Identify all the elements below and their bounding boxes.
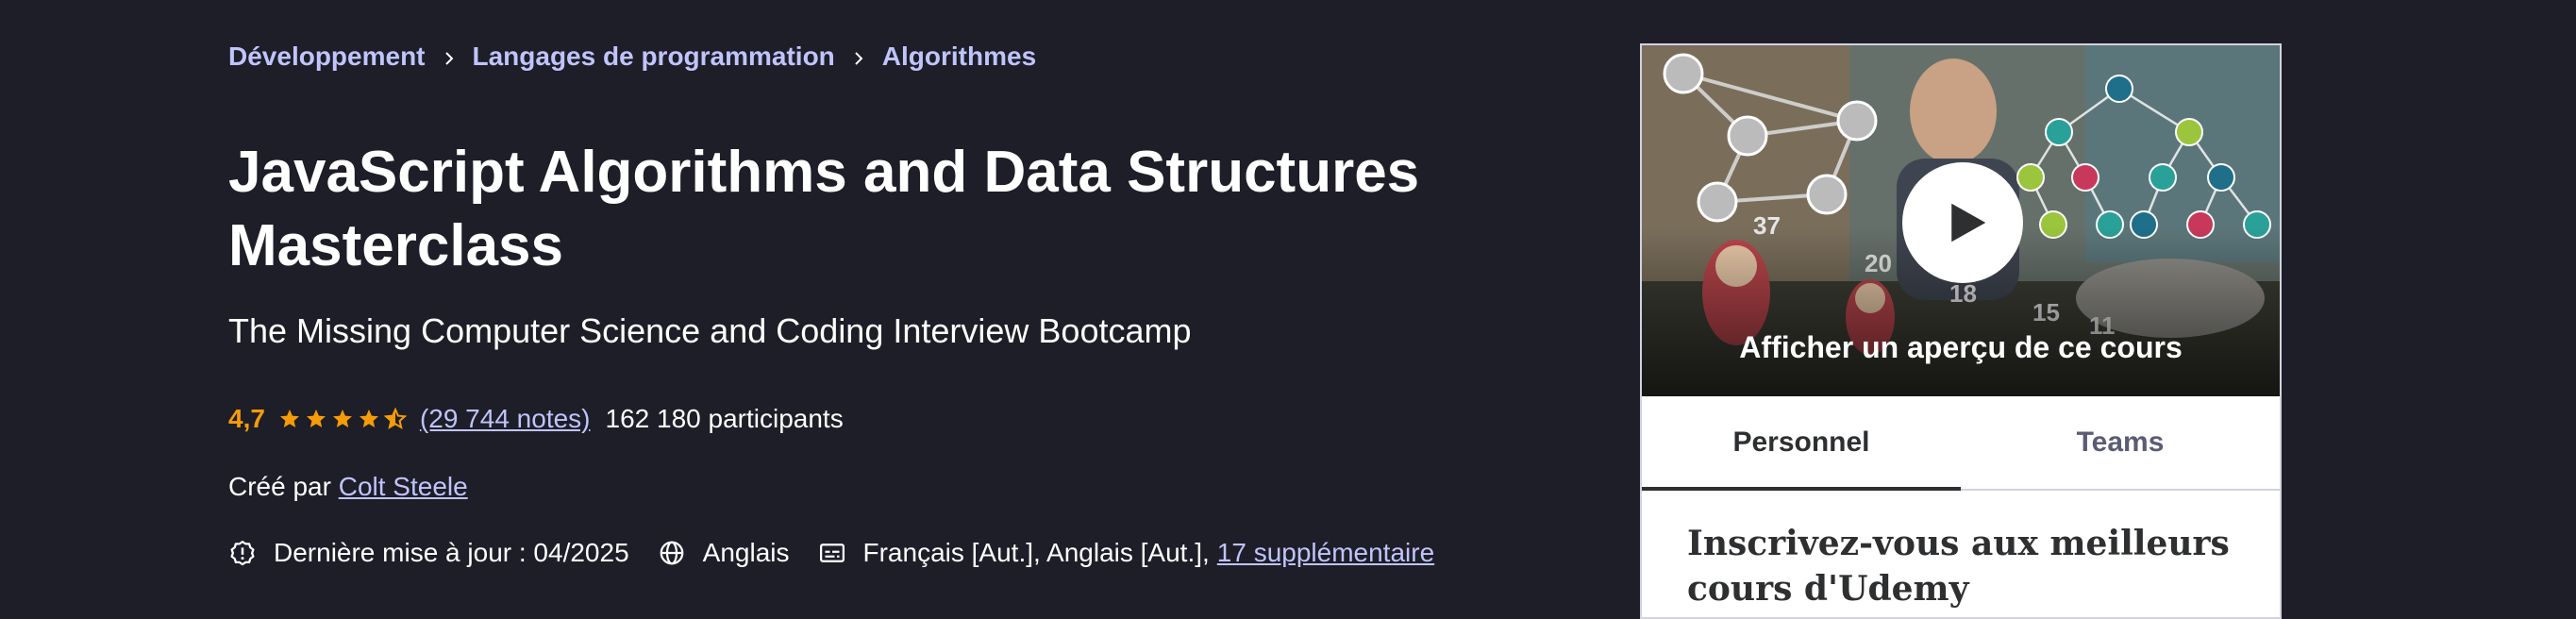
rating-row: 4,7 (29 744 notes) 162 180 participants <box>228 404 844 434</box>
star-icon <box>306 410 326 427</box>
captions-languages: Français [Aut.], Anglais [Aut.], <box>862 538 1210 567</box>
plan-tabs: Personnel Teams <box>1642 396 2280 491</box>
star-icon <box>332 410 352 427</box>
chevron-right-icon <box>835 42 882 72</box>
tab-personal[interactable]: Personnel <box>1642 396 1961 491</box>
rating-value: 4,7 <box>228 404 265 433</box>
alert-badge-icon <box>228 539 257 567</box>
star-half-icon <box>383 408 407 430</box>
globe-icon <box>658 539 686 567</box>
instructor-link[interactable]: Colt Steele <box>339 472 468 501</box>
more-captions-link[interactable]: 17 supplémentaire <box>1217 538 1434 568</box>
star-icon <box>279 410 299 427</box>
preview-label: Afficher un aperçu de ce cours <box>1739 330 2183 364</box>
breadcrumb-item-programming-languages[interactable]: Langages de programmation <box>473 42 835 72</box>
breadcrumb-item-algorithms[interactable]: Algorithmes <box>882 42 1036 72</box>
created-by-label: Créé par <box>228 472 331 501</box>
tab-teams[interactable]: Teams <box>1961 396 2280 489</box>
course-title: JavaScript Algorithms and Data Structure… <box>228 140 1420 278</box>
play-icon <box>1951 203 1986 243</box>
participants-count: 162 180 participants <box>605 404 844 433</box>
language: Anglais <box>702 538 790 567</box>
last-update: Dernière mise à jour : 04/2025 <box>274 538 629 567</box>
reviews-link[interactable]: (29 744 notes) <box>420 404 591 434</box>
breadcrumb-item-development[interactable]: Développement <box>228 42 426 72</box>
course-purchase-card: 37 20 18 15 11 Afficher un aperçu de ce … <box>1640 43 2282 619</box>
breadcrumb: Développement Langages de programmation … <box>228 42 1036 72</box>
course-meta: Dernière mise à jour : 04/2025 Anglais F… <box>228 538 1434 568</box>
chevron-right-icon <box>426 42 473 72</box>
captions-icon <box>818 539 846 567</box>
course-subtitle: The Missing Computer Science and Coding … <box>228 311 1192 350</box>
star-rating <box>278 408 407 430</box>
course-preview-video[interactable]: 37 20 18 15 11 Afficher un aperçu de ce … <box>1642 45 2280 396</box>
play-button[interactable] <box>1902 162 2023 283</box>
card-heading: Inscrivez-vous aux meilleurs cours d'Ude… <box>1687 524 2230 609</box>
star-icon <box>359 410 378 427</box>
creator-row: Créé par Colt Steele <box>228 472 468 502</box>
